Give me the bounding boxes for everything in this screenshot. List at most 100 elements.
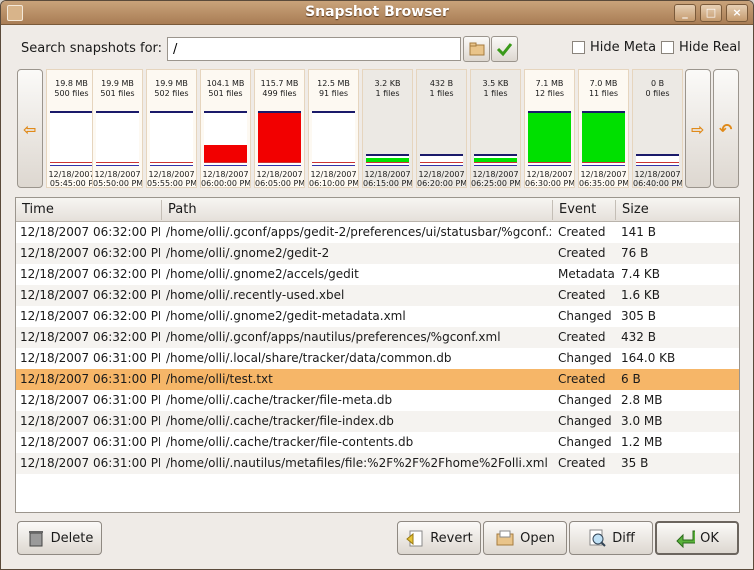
snapshot-bar-top xyxy=(150,111,193,113)
cell-time: 12/18/2007 06:32:00 PM xyxy=(20,267,160,281)
snapshot-baseline xyxy=(528,162,571,166)
snapshot-item[interactable]: 432 B1 files 12/18/2007 06:20:00 PM xyxy=(416,69,467,188)
revert-icon xyxy=(406,530,423,547)
delete-button[interactable]: Delete xyxy=(17,521,102,555)
arrow-left-icon: ⇦ xyxy=(23,120,37,139)
cell-size: 6 B xyxy=(621,372,641,386)
snapshot-time: 06:30:00 PM xyxy=(525,179,574,188)
snapshot-size: 19.8 MB xyxy=(55,79,88,88)
column-separator xyxy=(615,200,616,220)
previous-snapshots-button[interactable]: ⇦ xyxy=(17,69,43,188)
cell-size: 432 B xyxy=(621,330,656,344)
cell-path: /home/olli/.nautilus/metafiles/file:%2F%… xyxy=(166,456,548,470)
arrow-right-icon: ⇨ xyxy=(691,120,705,139)
table-row[interactable]: 12/18/2007 06:32:00 PM/home/olli/.gconf/… xyxy=(16,222,739,243)
cell-event: Changed xyxy=(558,414,612,428)
table-row[interactable]: 12/18/2007 06:32:00 PM/home/olli/.gnome2… xyxy=(16,264,739,285)
snapshot-time: 05:45:00 P xyxy=(49,179,94,188)
table-row[interactable]: 12/18/2007 06:31:00 PM/home/olli/.cache/… xyxy=(16,411,739,432)
browse-folder-button[interactable] xyxy=(463,36,490,62)
cell-size: 305 B xyxy=(621,309,656,323)
snapshot-item[interactable]: 115.7 MB 499 files 12/18/2007 06:05:00 PM xyxy=(254,69,305,188)
snapshot-file-count: 12 files xyxy=(534,89,565,98)
snapshot-size: 7.1 MB xyxy=(535,79,564,88)
column-path[interactable]: Path xyxy=(168,202,197,217)
table-row[interactable]: 12/18/2007 06:31:00 PM/home/olli/.cache/… xyxy=(16,432,739,453)
search-input[interactable] xyxy=(167,37,461,61)
snapshot-date: 12/18/2007 xyxy=(472,170,519,179)
snapshot-size: 12.5 MB xyxy=(317,79,350,88)
table-header: Time Path Event Size xyxy=(16,198,739,222)
snapshot-item[interactable]: 19.8 MB 500 files 12/18/2007 05:45:00 P xyxy=(46,69,97,188)
snapshot-file-count: 502 files xyxy=(154,89,189,98)
snapshot-time: 06:10:00 PM xyxy=(309,179,358,188)
snapshot-item[interactable]: 3.2 KB 1 files 12/18/2007 06:15:00 PM xyxy=(362,69,413,188)
column-size[interactable]: Size xyxy=(622,202,649,217)
revert-button[interactable]: Revert xyxy=(397,521,481,555)
snapshot-fill xyxy=(582,113,625,162)
search-label: Search snapshots for: xyxy=(21,41,163,56)
snapshot-item[interactable]: 7.0 MB 11 files 12/18/2007 06:35:00 PM xyxy=(578,69,629,188)
snapshot-baseline xyxy=(96,162,139,166)
snapshot-item[interactable]: 3.5 KB 1 files 12/18/2007 06:25:00 PM xyxy=(470,69,521,188)
snapshot-time: 05:50:00 PM xyxy=(93,179,142,188)
table-row[interactable]: 12/18/2007 06:31:00 PM/home/olli/.cache/… xyxy=(16,390,739,411)
snapshot-item[interactable]: 104.1 MB 501 files 12/18/2007 06:00:00 PM xyxy=(200,69,251,188)
table-row[interactable]: 12/18/2007 06:31:00 PM/home/olli/test.tx… xyxy=(16,369,739,390)
snapshot-item[interactable]: 19.9 MB 501 files 12/18/2007 05:50:00 PM xyxy=(92,69,143,188)
column-time[interactable]: Time xyxy=(22,202,54,217)
trash-icon xyxy=(28,531,43,547)
snapshot-fill xyxy=(258,113,301,162)
snapshot-fill xyxy=(528,113,571,162)
snapshot-file-count: 501 files xyxy=(208,89,243,98)
diff-button[interactable]: Diff xyxy=(569,521,653,555)
snapshot-time: 06:20:00 PM xyxy=(417,179,466,188)
hide-real-label: Hide Real xyxy=(679,40,741,55)
snapshot-file-count: 91 files xyxy=(318,89,349,98)
table-row[interactable]: 12/18/2007 06:32:00 PM/home/olli/.gconf/… xyxy=(16,327,739,348)
table-row[interactable]: 12/18/2007 06:32:00 PM/home/olli/.recent… xyxy=(16,285,739,306)
cell-event: Changed xyxy=(558,393,612,407)
cell-path: /home/olli/.gconf/apps/gedit-2/preferenc… xyxy=(166,225,551,239)
table-row[interactable]: 12/18/2007 06:32:00 PM/home/olli/.gnome2… xyxy=(16,306,739,327)
hide-meta-checkbox[interactable]: Hide Meta xyxy=(572,40,656,55)
open-button[interactable]: Open xyxy=(483,521,567,555)
close-button[interactable]: × xyxy=(726,4,748,22)
checkbox-box[interactable] xyxy=(661,41,674,54)
cell-size: 164.0 KB xyxy=(621,351,676,365)
snapshot-file-count: 1 files xyxy=(483,89,508,98)
snapshot-bar-top xyxy=(420,154,463,156)
maximize-button[interactable]: □ xyxy=(700,4,722,22)
enter-arrow-icon xyxy=(676,530,696,548)
table-row[interactable]: 12/18/2007 06:32:00 PM/home/olli/.gnome2… xyxy=(16,243,739,264)
column-event[interactable]: Event xyxy=(559,202,596,217)
table-row[interactable]: 12/18/2007 06:31:00 PM/home/olli/.local/… xyxy=(16,348,739,369)
snapshot-item[interactable]: 12.5 MB 91 files 12/18/2007 06:10:00 PM xyxy=(308,69,359,188)
snapshot-item[interactable]: 7.1 MB 12 files 12/18/2007 06:30:00 PM xyxy=(524,69,575,188)
snapshot-bar xyxy=(312,113,355,162)
hide-real-checkbox[interactable]: Hide Real xyxy=(661,40,741,55)
magnifier-icon xyxy=(589,529,606,547)
apply-search-button[interactable] xyxy=(491,36,518,62)
snapshot-item[interactable]: 0 B0 files 12/18/2007 06:40:00 PM xyxy=(632,69,683,188)
snapshot-baseline xyxy=(366,162,409,166)
snapshot-baseline xyxy=(420,162,463,166)
next-snapshots-button[interactable]: ⇨ xyxy=(685,69,711,188)
snapshot-bar xyxy=(50,113,93,162)
table-row[interactable]: 12/18/2007 06:31:00 PM/home/olli/.nautil… xyxy=(16,453,739,474)
snapshot-item[interactable]: 19.9 MB 502 files 12/18/2007 05:55:00 PM xyxy=(146,69,197,188)
snapshot-baseline xyxy=(474,162,517,166)
snapshot-time: 06:00:00 PM xyxy=(201,179,250,188)
cell-time: 12/18/2007 06:31:00 PM xyxy=(20,372,160,386)
go-back-button[interactable]: ↶ xyxy=(713,69,739,188)
cell-size: 1.2 MB xyxy=(621,435,663,449)
cell-path: /home/olli/.gnome2/accels/gedit xyxy=(166,267,359,281)
ok-button[interactable]: OK xyxy=(655,521,739,555)
cell-event: Created xyxy=(558,330,606,344)
cell-path: /home/olli/test.txt xyxy=(166,372,273,386)
minimize-button[interactable]: _ xyxy=(674,4,696,22)
title-bar[interactable]: Snapshot Browser _ □ × xyxy=(1,1,753,25)
snapshot-bar-top xyxy=(50,111,93,113)
checkbox-box[interactable] xyxy=(572,41,585,54)
cell-event: Changed xyxy=(558,351,612,365)
